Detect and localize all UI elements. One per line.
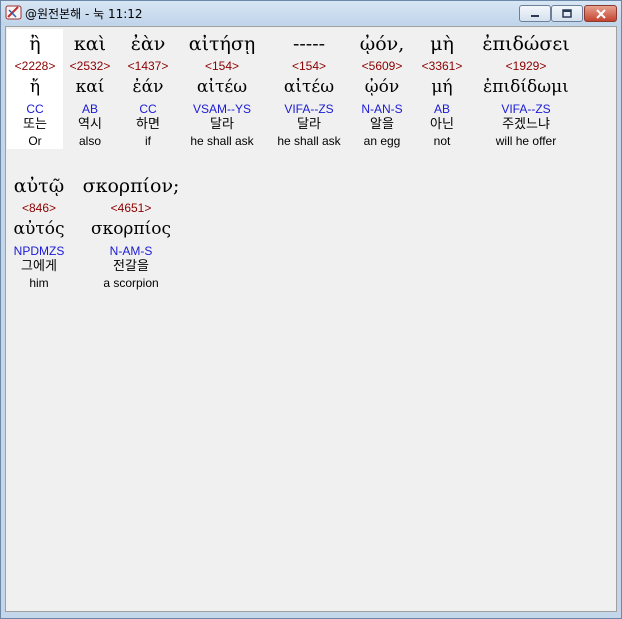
korean-gloss: 알을 <box>370 117 394 132</box>
strong-number[interactable]: <154> <box>268 59 350 73</box>
english-gloss: Or <box>28 134 42 148</box>
strong-number[interactable]: <846> <box>8 201 70 215</box>
english-gloss: he shall ask <box>277 134 341 148</box>
window-title: @원전본해 - 눅 11:12 <box>25 7 143 21</box>
interlinear-word[interactable]: αὐτῷ <846> αὐτός NPDMZS 그에게 him <box>8 171 70 291</box>
english-gloss: him <box>29 276 49 290</box>
strong-number[interactable]: <5609> <box>354 59 410 73</box>
english-gloss: he shall ask <box>190 134 254 148</box>
parsing-code: VSAM--YS <box>192 102 251 116</box>
lemma: αἰτέω <box>283 77 335 97</box>
interlinear-word[interactable]: μὴ <3361> μή AB 아닌 not <box>416 29 468 149</box>
interlinear-panel[interactable]: ἢ <2228> ἤ CC 또는 Or καὶ <2532> καί AB 역시… <box>5 26 617 612</box>
english-gloss: will he offer <box>495 134 557 148</box>
greek-word: ἐὰν <box>130 33 166 55</box>
strong-number[interactable]: <1929> <box>472 59 580 73</box>
lemma: ἤ <box>29 77 41 97</box>
greek-word: αἰτήσῃ <box>188 33 256 55</box>
parsing-code: N-AM-S <box>109 244 153 258</box>
korean-gloss: 하면 <box>136 117 160 132</box>
lemma: αὐτός <box>13 219 65 239</box>
greek-word: ἐπιδώσει <box>482 33 570 55</box>
korean-gloss: 주겠느냐 <box>502 117 550 132</box>
interlinear-word[interactable]: αἰτήσῃ <154> αἰτέω VSAM--YS 달라 he shall … <box>179 29 265 149</box>
minimize-button[interactable] <box>519 5 551 22</box>
close-icon <box>595 8 606 19</box>
app-window: @원전본해 - 눅 11:12 ἢ <2228> ἤ CC 또는 Or καὶ … <box>0 0 622 619</box>
english-gloss: not <box>433 134 451 148</box>
interlinear-word[interactable]: σκορπίον; <4651> σκορπίος N-AM-S 전갈을 a s… <box>78 171 184 291</box>
korean-gloss: 달라 <box>297 117 321 132</box>
korean-gloss: 아닌 <box>430 117 454 132</box>
korean-gloss: 달라 <box>210 117 234 132</box>
minimize-icon <box>531 14 539 17</box>
english-gloss: an egg <box>363 134 401 148</box>
interlinear-word[interactable]: ἢ <2228> ἤ CC 또는 Or <box>7 29 63 149</box>
interlinear-word[interactable]: ----- <154> αἰτέω VIFA--ZS 달라 he shall a… <box>268 29 350 149</box>
greek-word: σκορπίον; <box>82 175 180 197</box>
parsing-code: AB <box>433 102 450 116</box>
app-book-icon[interactable] <box>5 4 22 21</box>
parsing-code: AB <box>81 102 98 116</box>
close-button[interactable] <box>584 5 617 22</box>
parsing-code: CC <box>26 102 44 116</box>
lemma: μή <box>431 77 453 97</box>
lemma: καί <box>75 77 105 97</box>
parsing-code: NPDMZS <box>13 244 65 258</box>
parsing-code: VIFA--ZS <box>501 102 551 116</box>
korean-gloss: 그에게 <box>21 259 57 274</box>
strong-number[interactable]: <2532> <box>66 59 114 73</box>
english-gloss: a scorpion <box>103 276 159 290</box>
strong-number[interactable]: <4651> <box>78 201 184 215</box>
parsing-code: VIFA--ZS <box>284 102 334 116</box>
interlinear-word[interactable]: καὶ <2532> καί AB 역시 also <box>66 29 114 149</box>
parsing-code: N-AN-S <box>361 102 403 116</box>
interlinear-word[interactable]: ἐὰν <1437> ἐάν CC 하면 if <box>123 29 173 149</box>
greek-word: αὐτῷ <box>13 175 65 197</box>
lemma: ᾠόν <box>364 77 400 97</box>
korean-gloss: 전갈을 <box>113 259 149 274</box>
interlinear-word[interactable]: ᾠόν, <5609> ᾠόν N-AN-S 알을 an egg <box>354 29 410 149</box>
korean-gloss: 또는 <box>23 117 47 132</box>
maximize-icon <box>562 8 572 18</box>
interlinear-word[interactable]: ἐπιδώσει <1929> ἐπιδίδωμι VIFA--ZS 주겠느냐 … <box>472 29 580 149</box>
greek-word: καὶ <box>73 33 107 55</box>
english-gloss: if <box>145 134 151 148</box>
lemma: σκορπίος <box>90 219 172 239</box>
greek-word: μὴ <box>430 33 454 55</box>
strong-number[interactable]: <3361> <box>416 59 468 73</box>
greek-word: ᾠόν, <box>359 33 405 55</box>
title-bar[interactable]: @원전본해 - 눅 11:12 <box>1 1 621 25</box>
strong-number[interactable]: <154> <box>179 59 265 73</box>
strong-number[interactable]: <2228> <box>7 59 63 73</box>
lemma: αἰτέω <box>196 77 248 97</box>
maximize-button[interactable] <box>551 5 583 22</box>
strong-number[interactable]: <1437> <box>123 59 173 73</box>
greek-word: ----- <box>292 33 326 55</box>
korean-gloss: 역시 <box>78 117 102 132</box>
lemma: ἐπιδίδωμι <box>483 77 569 97</box>
greek-word: ἢ <box>29 33 41 55</box>
english-gloss: also <box>78 134 101 148</box>
lemma: ἐάν <box>132 77 164 97</box>
parsing-code: CC <box>139 102 157 116</box>
